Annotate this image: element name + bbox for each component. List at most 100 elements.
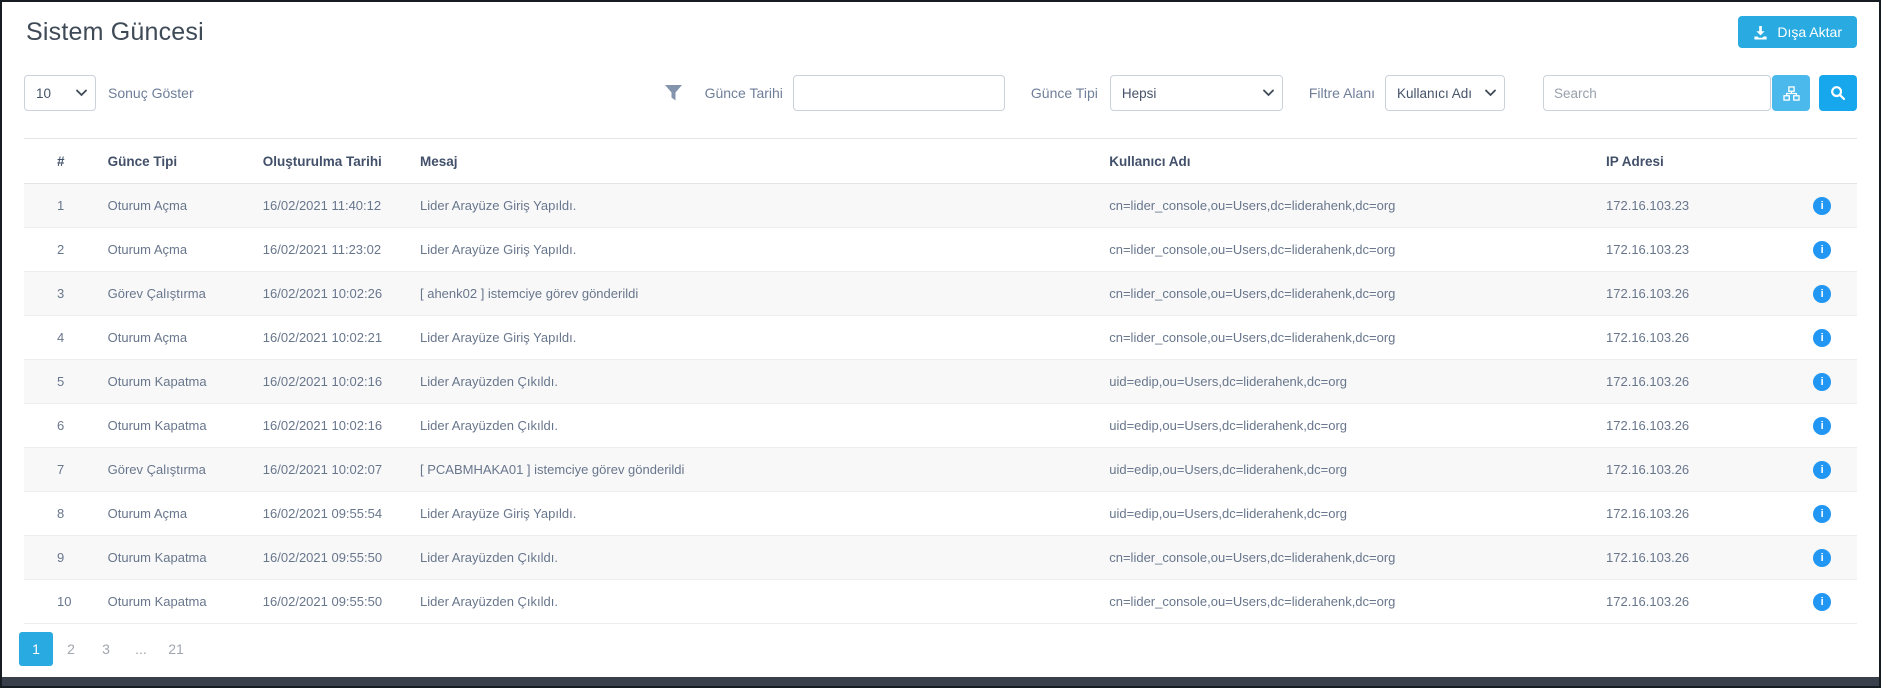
cell-message: Lider Arayüze Giriş Yapıldı. [419, 315, 1110, 360]
cell-created-date: 16/02/2021 09:55:54 [262, 491, 420, 536]
column-header-created-date: Oluşturulma Tarihi [262, 138, 420, 184]
search-input[interactable] [1543, 75, 1771, 111]
pagination-page[interactable]: 21 [159, 632, 193, 666]
cell-log-type: Görev Çalıştırma [107, 271, 263, 316]
cell-log-type: Oturum Açma [107, 491, 263, 536]
bottom-panel-edge [2, 677, 1879, 686]
pagination-page[interactable]: 1 [19, 632, 53, 666]
cell-ip-address: 172.16.103.26 [1606, 359, 1788, 404]
cell-log-type: Oturum Kapatma [107, 403, 263, 448]
cell-ip-address: 172.16.103.26 [1606, 315, 1788, 360]
table-header-row: # Günce Tipi Oluşturulma Tarihi Mesaj Ku… [24, 138, 1857, 184]
filter-funnel-icon [664, 84, 683, 103]
cell-username: uid=edip,ou=Users,dc=liderahenk,dc=org [1109, 447, 1607, 492]
pagination-page[interactable]: ... [124, 632, 158, 666]
cell-message: Lider Arayüzden Çıkıldı. [419, 359, 1110, 404]
cell-actions: i [1787, 491, 1857, 536]
cell-actions: i [1787, 227, 1857, 272]
cell-ip-address: 172.16.103.26 [1606, 447, 1788, 492]
cell-message: Lider Arayüzden Çıkıldı. [419, 579, 1110, 624]
cell-message: Lider Arayüzden Çıkıldı. [419, 403, 1110, 448]
info-icon[interactable]: i [1813, 372, 1832, 391]
sitemap-icon [1782, 85, 1800, 101]
info-icon[interactable]: i [1813, 284, 1832, 303]
table-row: 2 Oturum Açma 16/02/2021 11:23:02 Lider … [24, 227, 1857, 272]
cell-index: 1 [24, 183, 108, 228]
cell-username: cn=lider_console,ou=Users,dc=liderahenk,… [1109, 183, 1607, 228]
cell-ip-address: 172.16.103.26 [1606, 535, 1788, 580]
column-header-message: Mesaj [419, 138, 1110, 184]
filter-field-select[interactable]: Kullanıcı Adı [1385, 75, 1505, 111]
pagination: 1 2 3... 21 [19, 632, 1857, 666]
cell-ip-address: 172.16.103.23 [1606, 183, 1788, 228]
search-button[interactable] [1819, 75, 1857, 111]
cell-index: 4 [24, 315, 108, 360]
cell-username: cn=lider_console,ou=Users,dc=liderahenk,… [1109, 271, 1607, 316]
cell-username: uid=edip,ou=Users,dc=liderahenk,dc=org [1109, 359, 1607, 404]
table-row: 10 Oturum Kapatma 16/02/2021 09:55:50 Li… [24, 579, 1857, 624]
filter-field-select-wrap: Kullanıcı Adı [1385, 75, 1505, 111]
table-row: 8 Oturum Açma 16/02/2021 09:55:54 Lider … [24, 491, 1857, 536]
cell-log-type: Oturum Kapatma [107, 359, 263, 404]
column-header-username: Kullanıcı Adı [1109, 138, 1607, 184]
column-header-ip-address: IP Adresi [1606, 138, 1788, 184]
info-icon[interactable]: i [1813, 548, 1832, 567]
log-date-input[interactable] [792, 75, 1005, 111]
column-header-actions [1787, 138, 1857, 184]
pagination-page[interactable]: 3 [89, 632, 123, 666]
info-icon[interactable]: i [1813, 328, 1832, 347]
log-type-select[interactable]: Hepsi [1109, 75, 1283, 111]
cell-actions: i [1787, 579, 1857, 624]
cell-actions: i [1787, 183, 1857, 228]
info-icon[interactable]: i [1813, 196, 1832, 215]
log-table-body: 1 Oturum Açma 16/02/2021 11:40:12 Lider … [24, 183, 1857, 624]
tree-search-button[interactable] [1772, 75, 1810, 111]
cell-ip-address: 172.16.103.26 [1606, 579, 1788, 624]
cell-created-date: 16/02/2021 10:02:26 [262, 271, 420, 316]
page-header: Sistem Güncesi Dışa Aktar [24, 16, 1857, 62]
page-size-label: Sonuç Göster [108, 85, 194, 101]
cell-username: uid=edip,ou=Users,dc=liderahenk,dc=org [1109, 491, 1607, 536]
log-date-label: Günce Tarihi [704, 85, 783, 101]
table-row: 6 Oturum Kapatma 16/02/2021 10:02:16 Lid… [24, 403, 1857, 448]
cell-username: cn=lider_console,ou=Users,dc=liderahenk,… [1109, 535, 1607, 580]
cell-created-date: 16/02/2021 10:02:07 [262, 447, 420, 492]
toolbar: 10 Sonuç Göster Günce Tarihi Günce Tipi … [24, 74, 1857, 112]
cell-index: 9 [24, 535, 108, 580]
cell-created-date: 16/02/2021 10:02:21 [262, 315, 420, 360]
cell-index: 3 [24, 271, 108, 316]
cell-created-date: 16/02/2021 11:40:12 [262, 183, 420, 228]
info-icon[interactable]: i [1813, 504, 1832, 523]
cell-log-type: Oturum Kapatma [107, 535, 263, 580]
system-log-window: Sistem Güncesi Dışa Aktar 10 Sonuç Göste… [0, 0, 1881, 688]
cell-index: 7 [24, 447, 108, 492]
info-icon[interactable]: i [1813, 592, 1832, 611]
cell-index: 6 [24, 403, 108, 448]
cell-actions: i [1787, 535, 1857, 580]
export-button[interactable]: Dışa Aktar [1738, 16, 1857, 48]
cell-actions: i [1787, 447, 1857, 492]
cell-message: [ ahenk02 ] istemciye görev gönderildi [419, 271, 1110, 316]
page-title: Sistem Güncesi [26, 18, 204, 46]
cell-username: uid=edip,ou=Users,dc=liderahenk,dc=org [1109, 403, 1607, 448]
cell-username: cn=lider_console,ou=Users,dc=liderahenk,… [1109, 579, 1607, 624]
cell-actions: i [1787, 359, 1857, 404]
pagination-page[interactable]: 2 [54, 632, 88, 666]
page-size-select[interactable]: 10 [24, 75, 96, 111]
cell-index: 2 [24, 227, 108, 272]
info-icon[interactable]: i [1813, 240, 1832, 259]
table-row: 5 Oturum Kapatma 16/02/2021 10:02:16 Lid… [24, 359, 1857, 404]
table-row: 4 Oturum Açma 16/02/2021 10:02:21 Lider … [24, 315, 1857, 360]
cell-actions: i [1787, 271, 1857, 316]
cell-log-type: Oturum Açma [107, 315, 263, 360]
cell-username: cn=lider_console,ou=Users,dc=liderahenk,… [1109, 315, 1607, 360]
cell-index: 10 [24, 579, 108, 624]
cell-ip-address: 172.16.103.26 [1606, 403, 1788, 448]
cell-actions: i [1787, 315, 1857, 360]
info-icon[interactable]: i [1813, 460, 1832, 479]
cell-created-date: 16/02/2021 10:02:16 [262, 359, 420, 404]
cell-message: Lider Arayüze Giriş Yapıldı. [419, 491, 1110, 536]
log-type-label: Günce Tipi [1030, 85, 1098, 101]
table-row: 7 Görev Çalıştırma 16/02/2021 10:02:07 [… [24, 447, 1857, 492]
info-icon[interactable]: i [1813, 416, 1832, 435]
